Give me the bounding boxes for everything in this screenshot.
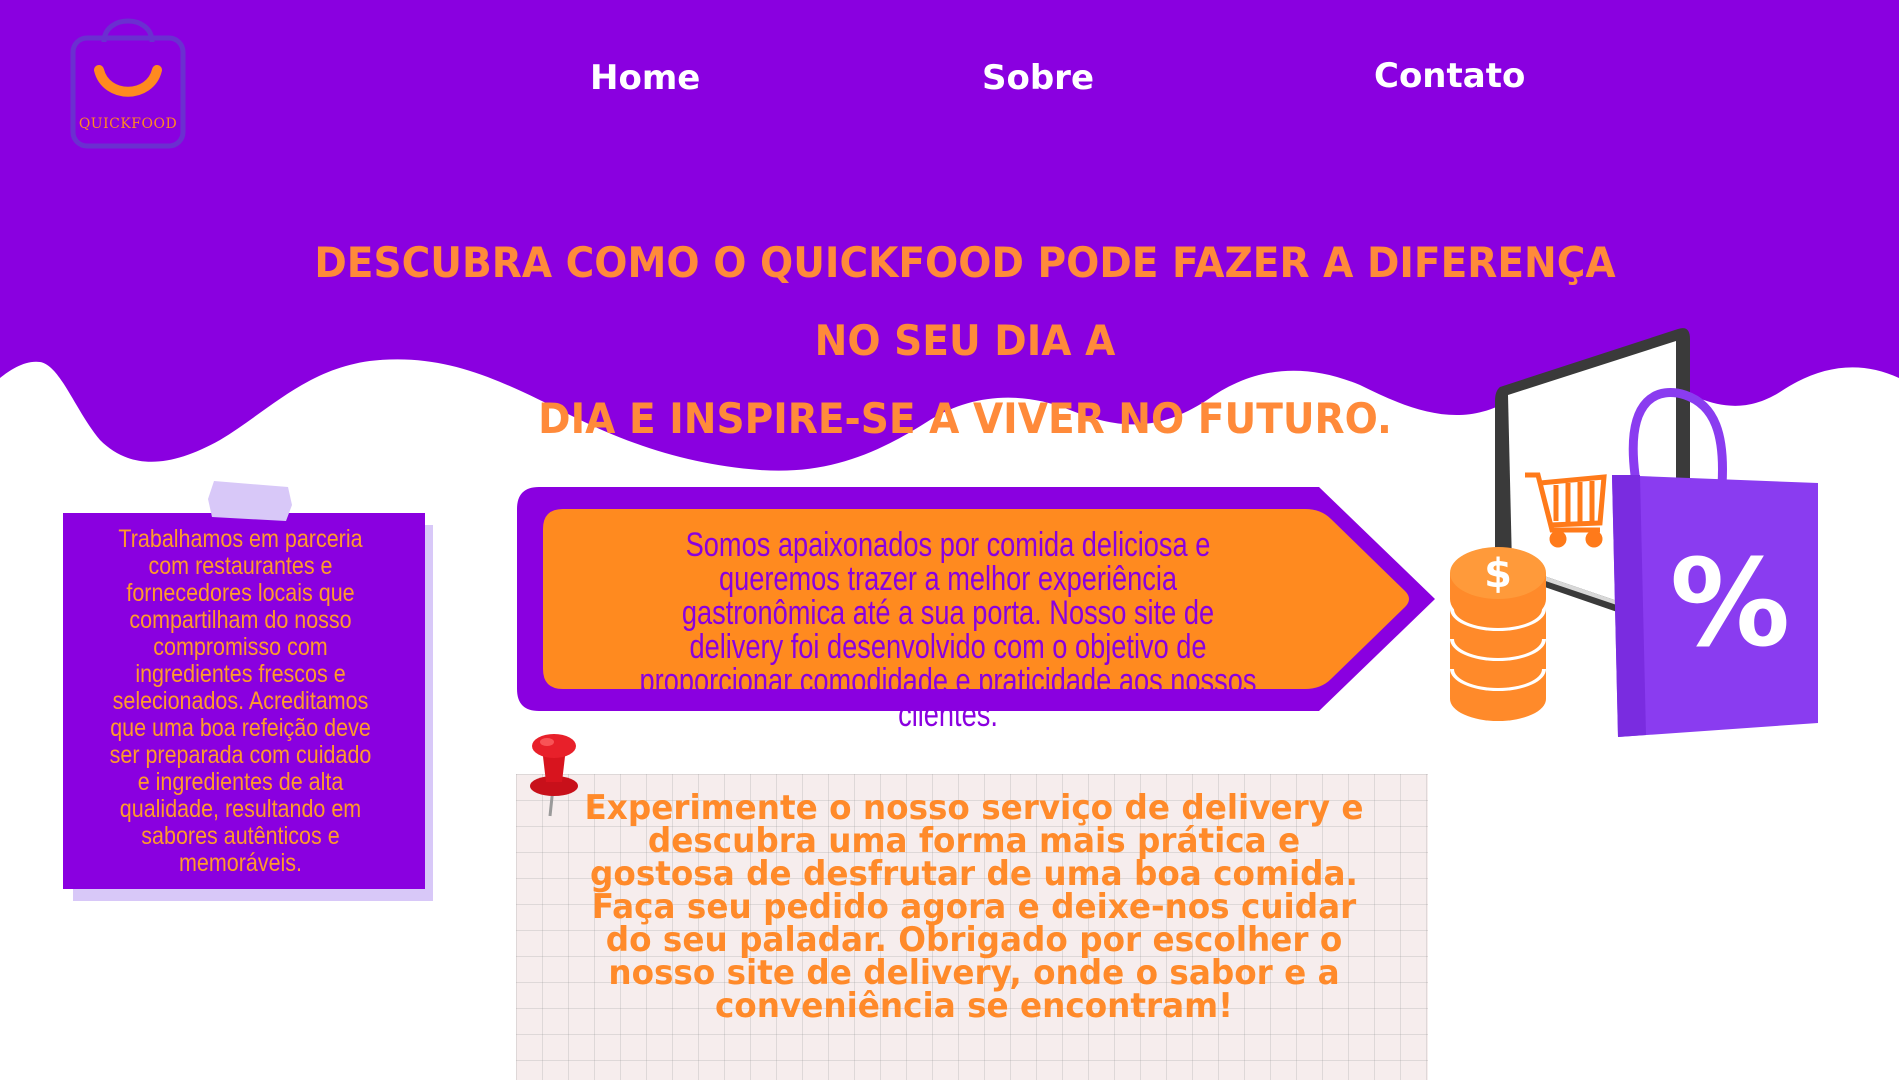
push-pin-icon: [530, 734, 578, 817]
quickfood-logo[interactable]: QUICKFOOD: [66, 4, 190, 150]
tape-icon: [208, 481, 292, 521]
dollar-sign: $: [1484, 551, 1512, 597]
banner-text: Somos apaixonados por comida deliciosa e…: [639, 526, 1257, 734]
shopping-illustration: $ %: [1450, 328, 1818, 737]
logo-text: QUICKFOOD: [78, 116, 178, 132]
percent-sign: %: [1670, 535, 1790, 674]
note-text: Trabalhamos em parceria com restaurantes…: [109, 525, 372, 877]
nav-sobre[interactable]: Sobre: [982, 58, 1094, 98]
paper-text: Experimente o nosso serviço de delivery …: [584, 788, 1364, 1026]
nav-contato[interactable]: Contato: [1374, 56, 1525, 96]
page: QUICKFOOD Home Sobre Contato Descubra co…: [0, 0, 1899, 1080]
nav-home[interactable]: Home: [590, 58, 700, 98]
